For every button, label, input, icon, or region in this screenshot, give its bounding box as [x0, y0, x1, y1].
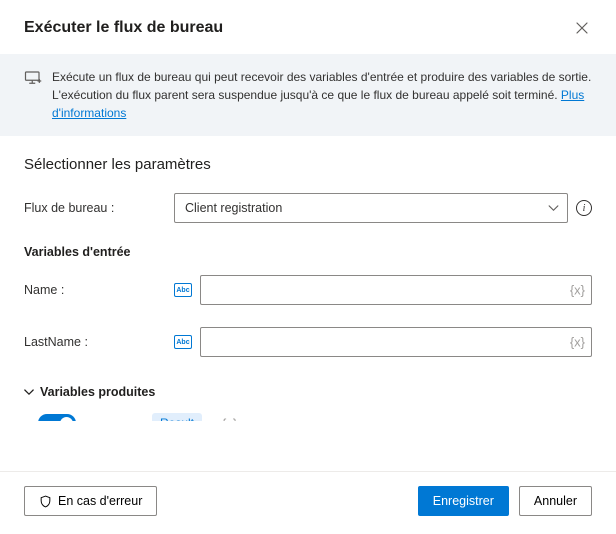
produced-var-toggle[interactable]: [38, 414, 76, 421]
dialog-title: Exécuter le flux de bureau: [24, 19, 223, 37]
input-row-name: Name : Abc {x}: [24, 275, 592, 305]
text-type-icon: Abc: [174, 335, 192, 349]
chevron-down-icon: [24, 385, 34, 399]
info-banner: Exécute un flux de bureau qui peut recev…: [0, 54, 616, 136]
info-description: Exécute un flux de bureau qui peut recev…: [52, 70, 591, 102]
flow-select-value: Client registration: [185, 201, 282, 215]
toggle-knob: [60, 417, 73, 422]
produced-vars-toggle[interactable]: Variables produites: [24, 385, 592, 399]
flow-info-button[interactable]: i: [576, 200, 592, 216]
flow-icon: [24, 69, 42, 87]
variable-picker-icon[interactable]: {x}: [570, 283, 585, 298]
input-label: LastName :: [24, 335, 174, 349]
section-title: Sélectionner les paramètres: [24, 156, 592, 173]
cancel-button[interactable]: Annuler: [519, 486, 592, 516]
dialog-content: Sélectionner les paramètres Flux de bure…: [0, 136, 616, 421]
input-row-lastname: LastName : Abc {x}: [24, 327, 592, 357]
input-name-wrapper: {x}: [200, 275, 592, 305]
on-error-label: En cas d'erreur: [58, 494, 142, 508]
produced-var-badge[interactable]: Result: [152, 413, 202, 421]
close-icon: [576, 22, 588, 34]
flow-select[interactable]: Client registration: [174, 193, 568, 223]
chevron-down-icon: [548, 201, 559, 215]
text-type-icon: Abc: [174, 283, 192, 297]
cancel-label: Annuler: [534, 494, 577, 508]
produced-var-row: Result {x}: [24, 413, 592, 421]
save-label: Enregistrer: [433, 494, 494, 508]
on-error-button[interactable]: En cas d'erreur: [24, 486, 157, 516]
close-button[interactable]: [568, 14, 596, 42]
inputs-subtitle: Variables d'entrée: [24, 245, 592, 259]
variable-braces-icon: {x}: [222, 416, 237, 422]
input-label: Name :: [24, 283, 174, 297]
info-text: Exécute un flux de bureau qui peut recev…: [52, 68, 592, 122]
lastname-input[interactable]: [211, 328, 563, 356]
flow-select-label: Flux de bureau :: [24, 201, 174, 215]
input-lastname-wrapper: {x}: [200, 327, 592, 357]
dialog-footer: En cas d'erreur Enregistrer Annuler: [0, 472, 616, 534]
save-button[interactable]: Enregistrer: [418, 486, 509, 516]
dialog-header: Exécuter le flux de bureau: [0, 0, 616, 54]
produced-vars-title: Variables produites: [40, 385, 155, 399]
variable-picker-icon[interactable]: {x}: [570, 335, 585, 350]
name-input[interactable]: [211, 276, 563, 304]
flow-select-row: Flux de bureau : Client registration i: [24, 193, 592, 223]
shield-icon: [39, 495, 52, 508]
